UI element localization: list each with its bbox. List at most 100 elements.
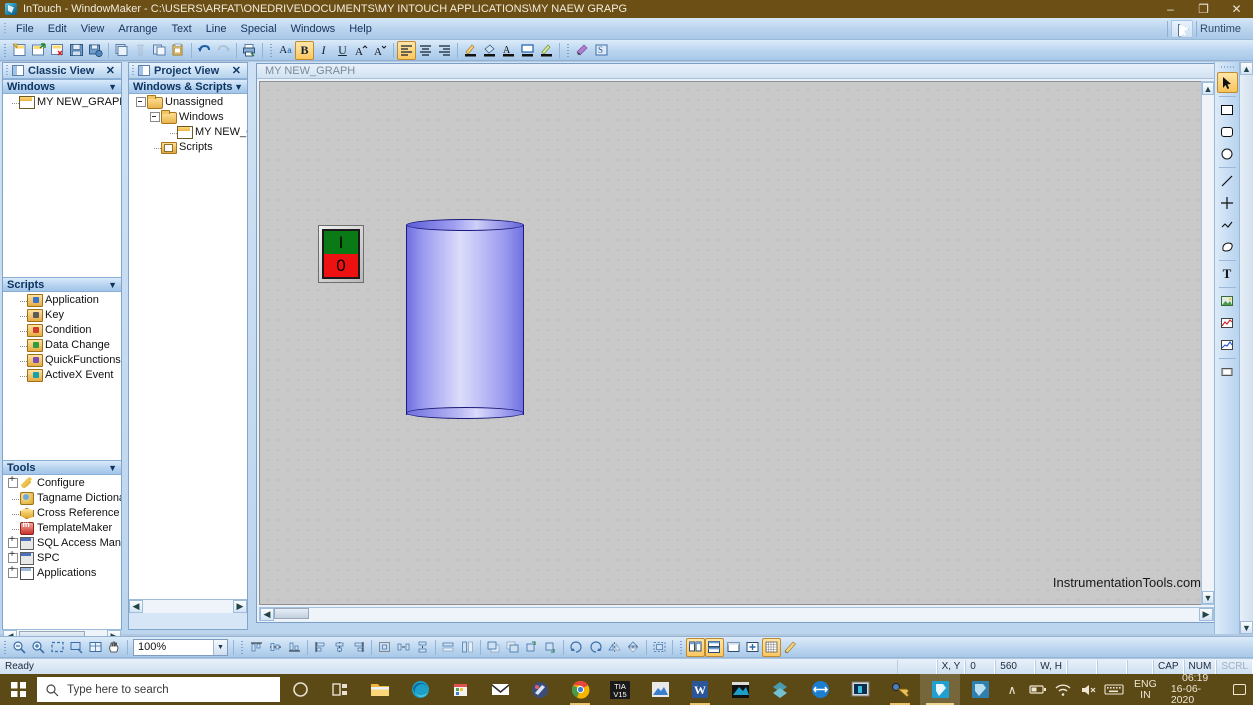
tool-item-tagname-dictionary[interactable]: Tagname Dictiona	[3, 490, 121, 505]
font-icon[interactable]: Aa	[276, 41, 295, 60]
script-item-condition[interactable]: Condition	[3, 322, 121, 337]
bottom-toolbar-grip-3[interactable]	[678, 638, 684, 656]
make-same-width-icon[interactable]	[439, 638, 458, 657]
file-explorer-icon[interactable]	[360, 674, 400, 705]
photo-viewer-icon[interactable]	[640, 674, 680, 705]
volume-muted-icon[interactable]	[1077, 674, 1101, 705]
bring-to-front-icon[interactable]	[484, 638, 503, 657]
menu-view[interactable]: View	[74, 21, 112, 37]
toolbar-grip-3[interactable]	[565, 41, 571, 59]
palette-grip[interactable]	[1220, 65, 1234, 70]
bottom-toolbar-grip-2[interactable]	[239, 638, 245, 656]
scroll-track[interactable]	[143, 600, 233, 613]
classic-view-grip[interactable]	[5, 64, 10, 77]
scroll-up-arrow[interactable]: ▲	[1202, 82, 1214, 95]
align-left-icon[interactable]	[397, 40, 416, 60]
snap-to-grid-icon[interactable]	[781, 638, 800, 657]
expand-toggle-icon[interactable]	[7, 534, 18, 548]
chevron-down-icon[interactable]: ▼	[108, 463, 117, 473]
decrease-font-size-icon[interactable]: A	[371, 41, 390, 60]
align-top-icon[interactable]	[247, 638, 266, 657]
intouch-windowviewer-icon[interactable]	[960, 674, 1000, 705]
polygon-tool[interactable]	[1217, 214, 1238, 235]
scroll-right-arrow[interactable]: ▶	[1199, 607, 1213, 621]
media-player-icon[interactable]	[720, 674, 760, 705]
paint-3d-icon[interactable]	[520, 674, 560, 705]
teamviewer-icon[interactable]	[800, 674, 840, 705]
undo-icon[interactable]	[195, 41, 214, 60]
zoom-level-combobox[interactable]: 100% ▼	[133, 638, 228, 656]
save-icon[interactable]	[67, 41, 86, 60]
rounded-rectangle-tool[interactable]	[1217, 121, 1238, 142]
substitute-strings-icon[interactable]: S	[592, 41, 611, 60]
pan-hand-icon[interactable]	[105, 638, 124, 657]
underline-icon[interactable]: U	[333, 41, 352, 60]
menu-grip[interactable]	[2, 20, 9, 37]
new-window-icon[interactable]	[10, 41, 29, 60]
chevron-down-icon[interactable]: ▼	[213, 639, 227, 655]
maximize-button[interactable]: ❐	[1187, 0, 1220, 18]
microsoft-edge-icon[interactable]	[400, 674, 440, 705]
mail-icon[interactable]	[480, 674, 520, 705]
key-tool-icon[interactable]	[880, 674, 920, 705]
wifi-icon[interactable]	[1051, 674, 1075, 705]
text-color-icon[interactable]: A	[499, 41, 518, 60]
microsoft-store-icon[interactable]	[440, 674, 480, 705]
scroll-left-arrow[interactable]: ◀	[129, 600, 143, 613]
align-middle-icon[interactable]	[266, 638, 285, 657]
cut-icon[interactable]	[112, 41, 131, 60]
classic-view-close-icon[interactable]: ✕	[102, 64, 119, 77]
toggle-switch-off-half[interactable]: 0	[324, 254, 358, 277]
show-grid-icon[interactable]	[762, 637, 781, 657]
align-center-icon[interactable]	[416, 41, 435, 60]
send-to-back-icon[interactable]	[503, 638, 522, 657]
menu-line[interactable]: Line	[199, 21, 234, 37]
scroll-up-arrow[interactable]: ▲	[1240, 62, 1253, 75]
align-bottom-icon[interactable]	[285, 638, 304, 657]
historical-trend-tool[interactable]	[1217, 334, 1238, 355]
copy-icon[interactable]	[131, 41, 150, 60]
classic-windows-header[interactable]: Windows ▼	[3, 79, 121, 94]
tool-item-templatemaker[interactable]: TemplateMaker	[3, 520, 121, 535]
microsoft-word-icon[interactable]: W	[680, 674, 720, 705]
runtime-arrow-icon[interactable]	[1171, 19, 1194, 38]
scroll-down-arrow[interactable]: ▼	[1202, 591, 1214, 604]
collapse-toggle-icon[interactable]	[149, 111, 160, 122]
project-view-close-icon[interactable]: ✕	[228, 64, 245, 77]
minimize-button[interactable]: –	[1154, 0, 1187, 18]
scroll-thumb[interactable]	[274, 607, 309, 619]
align-right-icon[interactable]	[435, 41, 454, 60]
tank-cylinder[interactable]	[406, 219, 524, 419]
rotate-left-icon[interactable]	[567, 638, 586, 657]
zoom-selection-icon[interactable]	[67, 638, 86, 657]
bitmap-tool[interactable]	[1217, 290, 1238, 311]
toolbar-grip-2[interactable]	[268, 41, 274, 59]
group-icon[interactable]	[650, 638, 669, 657]
tree-item-unassigned[interactable]: Unassigned	[129, 94, 247, 109]
script-item-data-change[interactable]: Data Change	[3, 337, 121, 352]
menu-file[interactable]: File	[9, 21, 41, 37]
paste-icon[interactable]	[150, 41, 169, 60]
fill-color-icon[interactable]	[480, 41, 499, 60]
project-view-grip[interactable]	[131, 64, 136, 77]
substitute-tags-icon[interactable]	[573, 41, 592, 60]
language-indicator[interactable]: ENG IN	[1128, 678, 1163, 701]
classic-scripts-tree[interactable]: Application Key Condition Data Change Qu…	[3, 292, 121, 460]
scroll-down-arrow[interactable]: ▼	[1240, 621, 1253, 634]
expand-toggle-icon[interactable]	[7, 475, 18, 488]
menu-help[interactable]: Help	[342, 21, 379, 37]
window-mode-icon[interactable]	[724, 638, 743, 657]
zoom-out-icon[interactable]	[10, 638, 29, 657]
battery-icon[interactable]	[1026, 674, 1050, 705]
task-view-icon[interactable]	[320, 674, 360, 705]
script-item-quickfunctions[interactable]: QuickFunctions	[3, 352, 121, 367]
fullscreen-icon[interactable]	[743, 638, 762, 657]
rotate-right-icon[interactable]	[586, 638, 605, 657]
intouch-windowmaker-icon[interactable]	[920, 674, 961, 705]
scroll-left-arrow[interactable]: ◀	[260, 607, 274, 621]
flip-vertical-icon[interactable]	[624, 638, 643, 657]
align-center-vertical-icon[interactable]	[330, 638, 349, 657]
expand-toggle-icon[interactable]	[7, 549, 18, 563]
save-all-icon[interactable]	[86, 41, 105, 60]
classic-tools-tree[interactable]: Configure Tagname Dictiona Cross Referen…	[3, 475, 121, 643]
